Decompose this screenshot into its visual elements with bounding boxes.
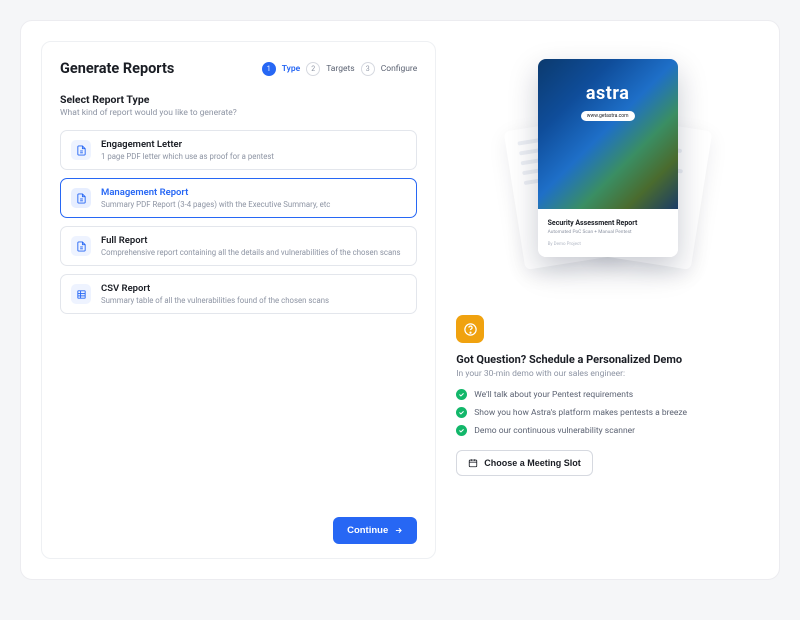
check-icon bbox=[456, 425, 467, 436]
help-icon bbox=[456, 315, 484, 343]
option-title: Engagement Letter bbox=[101, 139, 274, 150]
check-icon bbox=[456, 407, 467, 418]
option-title: Management Report bbox=[101, 187, 330, 198]
option-title: Full Report bbox=[101, 235, 401, 246]
option-desc: Comprehensive report containing all the … bbox=[101, 248, 401, 257]
section-subtitle: What kind of report would you like to ge… bbox=[60, 108, 417, 118]
document-icon bbox=[71, 236, 91, 256]
calendar-icon bbox=[468, 458, 478, 468]
benefit-text: We'll talk about your Pentest requiremen… bbox=[474, 390, 633, 400]
step-3-label: Configure bbox=[381, 64, 418, 74]
step-3-dot[interactable]: 3 bbox=[361, 62, 375, 76]
cover-hero: astra www.getastra.com bbox=[538, 59, 678, 209]
astra-logo: astra bbox=[586, 83, 629, 104]
cover-heading: Security Assessment Report bbox=[548, 219, 668, 227]
option-engagement-letter[interactable]: Engagement Letter 1 page PDF letter whic… bbox=[60, 130, 417, 170]
step-1-label: Type bbox=[282, 64, 300, 74]
arrow-right-icon bbox=[394, 526, 403, 535]
continue-label: Continue bbox=[347, 525, 388, 536]
demo-sub: In your 30-min demo with our sales engin… bbox=[456, 369, 759, 379]
report-preview: astra www.getastra.com Security Assessme… bbox=[456, 41, 759, 299]
benefit-text: Show you how Astra's platform makes pent… bbox=[474, 408, 687, 418]
cover-author: By Demo Project bbox=[548, 242, 668, 247]
demo-title: Got Question? Schedule a Personalized De… bbox=[456, 353, 759, 366]
option-title: CSV Report bbox=[101, 283, 329, 294]
page-title: Generate Reports bbox=[60, 60, 174, 77]
right-panel: astra www.getastra.com Security Assessme… bbox=[456, 41, 759, 559]
step-2-dot[interactable]: 2 bbox=[306, 62, 320, 76]
cover-url-pill: www.getastra.com bbox=[581, 111, 635, 121]
list-item: Demo our continuous vulnerability scanne… bbox=[456, 425, 759, 436]
report-wizard-card: Generate Reports 1 Type 2 Targets 3 Conf… bbox=[41, 41, 436, 559]
meeting-button-label: Choose a Meeting Slot bbox=[484, 458, 581, 468]
wizard-footer: Continue bbox=[60, 517, 417, 544]
section-title: Select Report Type bbox=[60, 93, 417, 106]
option-desc: 1 page PDF letter which use as proof for… bbox=[101, 152, 274, 161]
document-icon bbox=[71, 140, 91, 160]
spreadsheet-icon bbox=[71, 284, 91, 304]
wizard-steps: 1 Type 2 Targets 3 Configure bbox=[262, 62, 418, 76]
option-desc: Summary table of all the vulnerabilities… bbox=[101, 296, 329, 305]
page-frame: Generate Reports 1 Type 2 Targets 3 Conf… bbox=[20, 20, 780, 580]
option-full-report[interactable]: Full Report Comprehensive report contain… bbox=[60, 226, 417, 266]
wizard-header: Generate Reports 1 Type 2 Targets 3 Conf… bbox=[60, 60, 417, 77]
report-cover: astra www.getastra.com Security Assessme… bbox=[538, 59, 678, 257]
step-2-label: Targets bbox=[326, 64, 354, 74]
option-csv-report[interactable]: CSV Report Summary table of all the vuln… bbox=[60, 274, 417, 314]
option-desc: Summary PDF Report (3-4 pages) with the … bbox=[101, 200, 330, 209]
choose-meeting-button[interactable]: Choose a Meeting Slot bbox=[456, 450, 593, 476]
cover-footer: Security Assessment Report Automated PoC… bbox=[538, 209, 678, 257]
cover-sub: Automated PoC Scan + Manual Pentest bbox=[548, 230, 668, 235]
step-1-dot[interactable]: 1 bbox=[262, 62, 276, 76]
preview-stack: astra www.getastra.com Security Assessme… bbox=[508, 51, 708, 281]
document-icon bbox=[71, 188, 91, 208]
benefit-text: Demo our continuous vulnerability scanne… bbox=[474, 426, 635, 436]
continue-button[interactable]: Continue bbox=[333, 517, 417, 544]
option-management-report[interactable]: Management Report Summary PDF Report (3-… bbox=[60, 178, 417, 218]
list-item: We'll talk about your Pentest requiremen… bbox=[456, 389, 759, 400]
list-item: Show you how Astra's platform makes pent… bbox=[456, 407, 759, 418]
check-icon bbox=[456, 389, 467, 400]
report-type-options: Engagement Letter 1 page PDF letter whic… bbox=[60, 130, 417, 314]
demo-benefits: We'll talk about your Pentest requiremen… bbox=[456, 389, 759, 436]
demo-section: Got Question? Schedule a Personalized De… bbox=[456, 315, 759, 476]
